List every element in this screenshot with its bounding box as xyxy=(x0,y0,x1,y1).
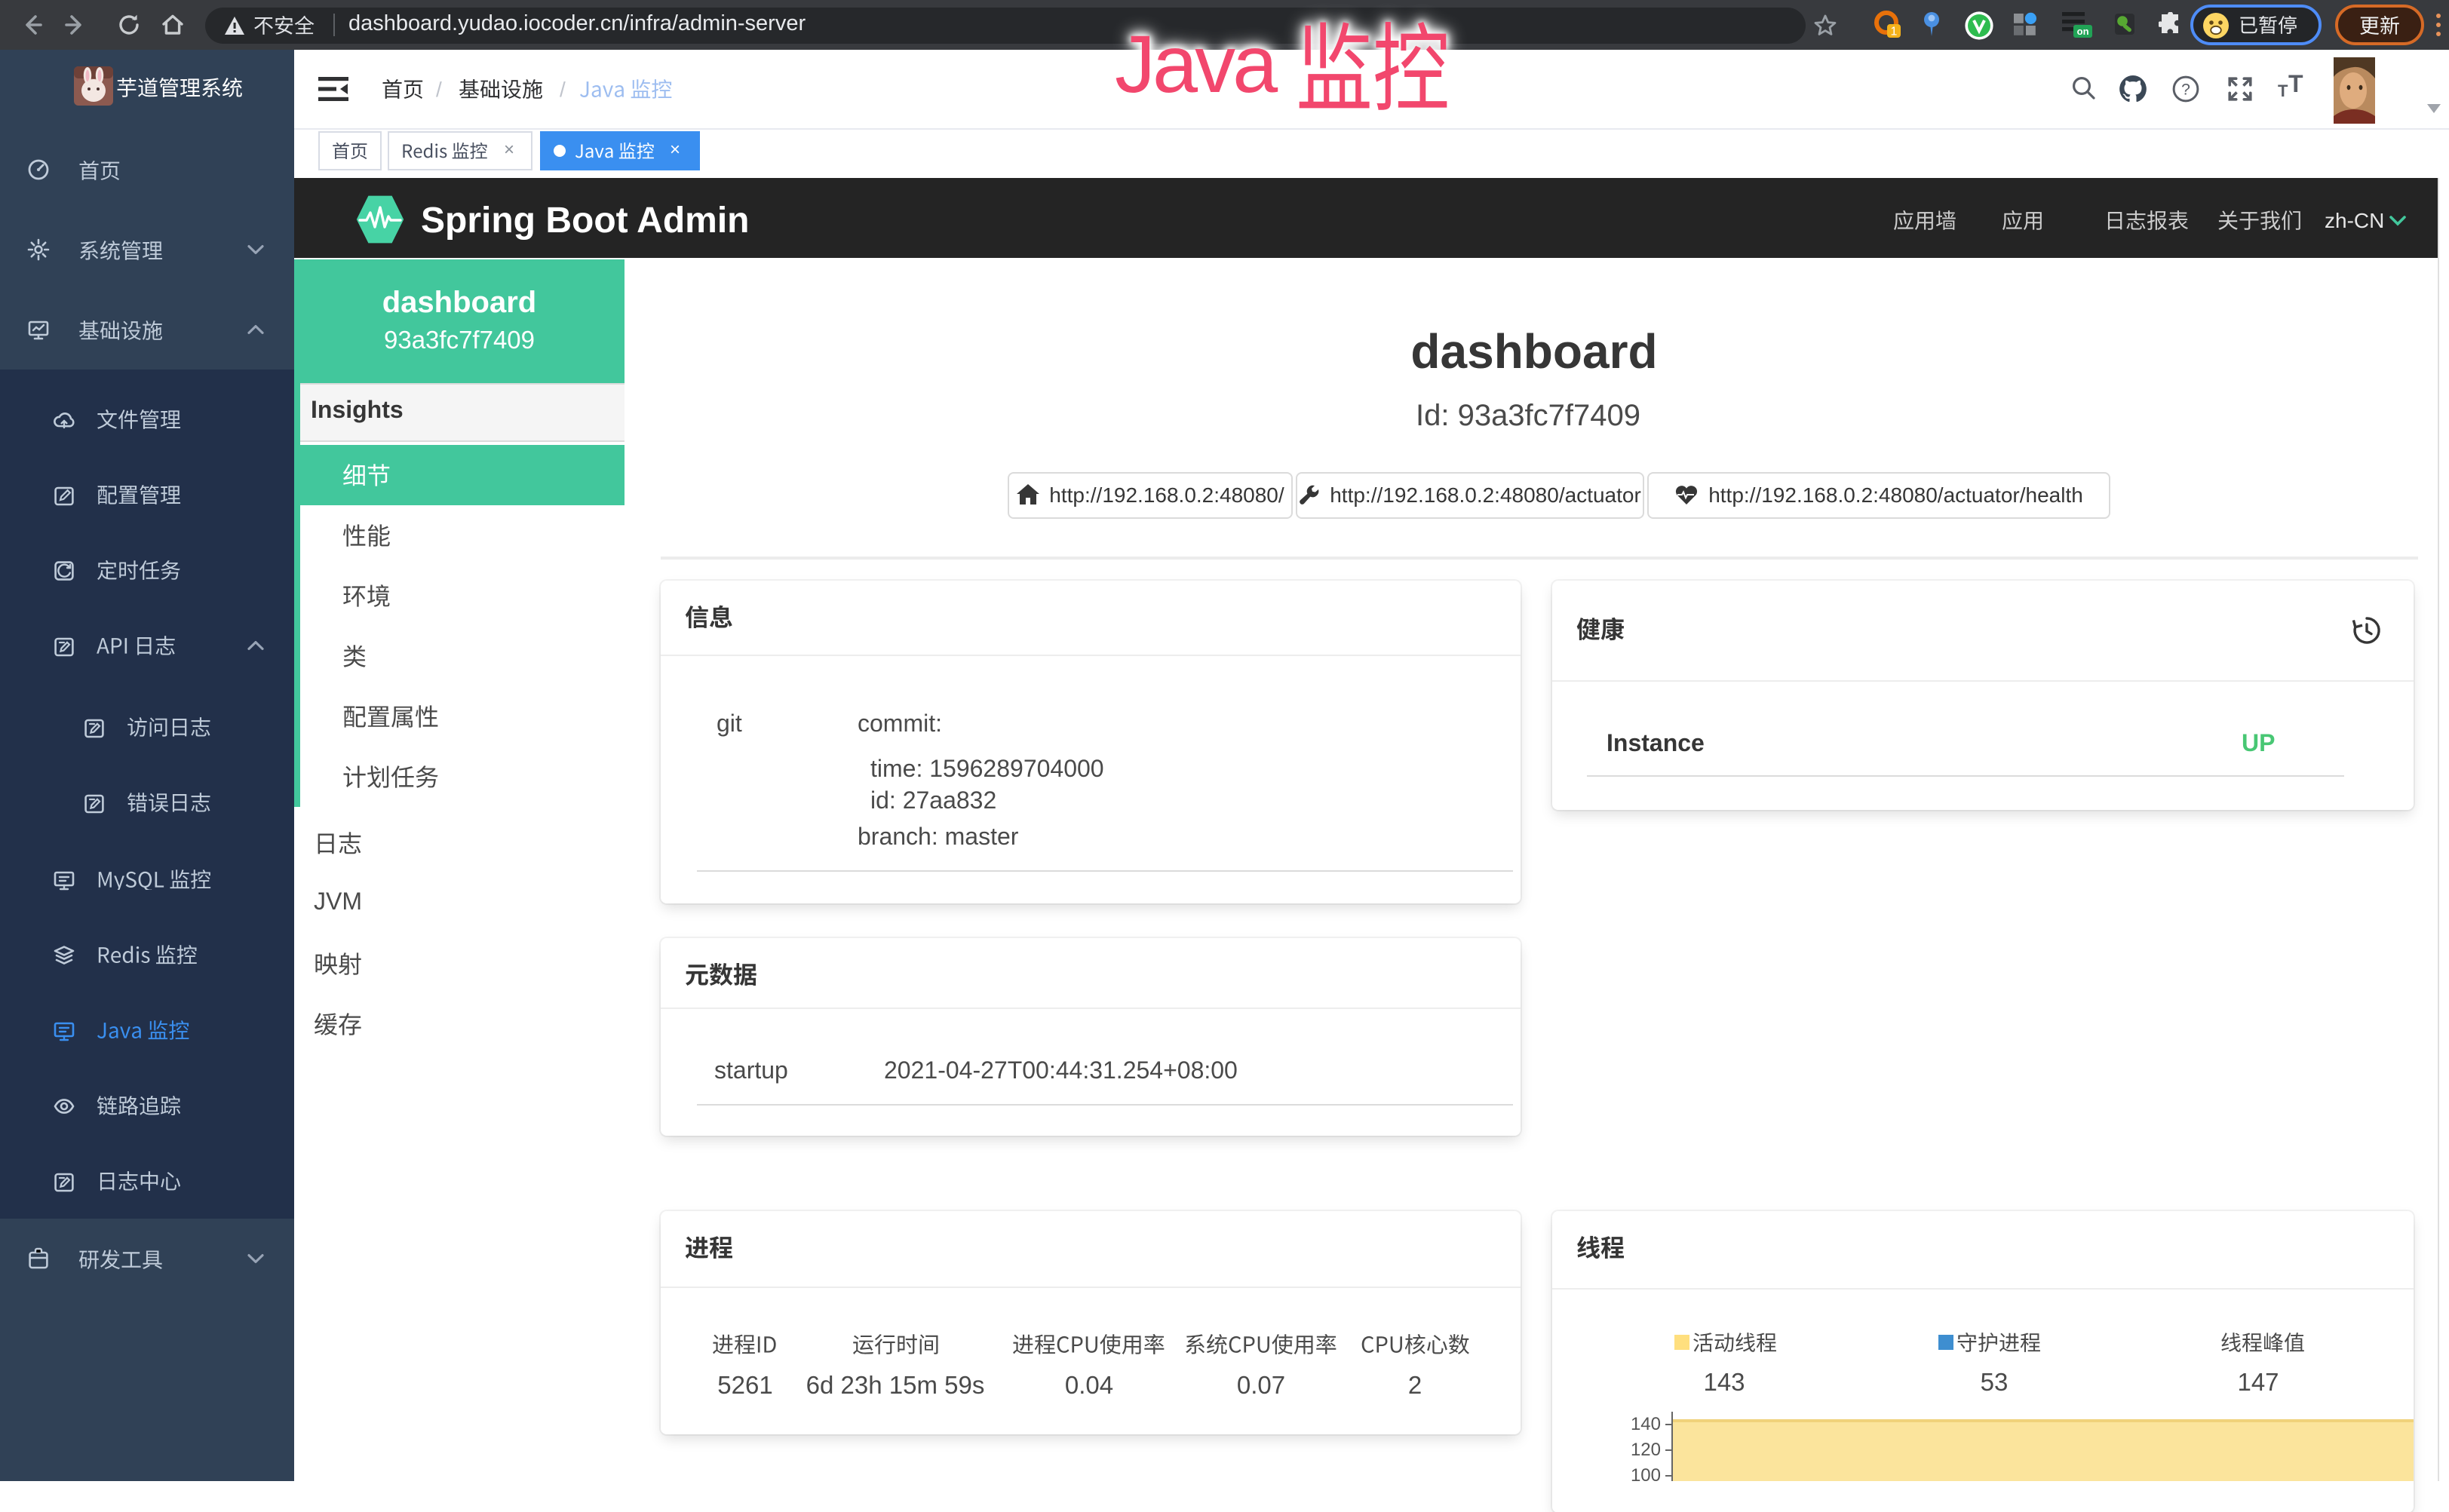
svg-text:?: ? xyxy=(2181,81,2190,98)
svg-text:on: on xyxy=(2077,26,2089,37)
svg-text:1: 1 xyxy=(1891,26,1898,38)
